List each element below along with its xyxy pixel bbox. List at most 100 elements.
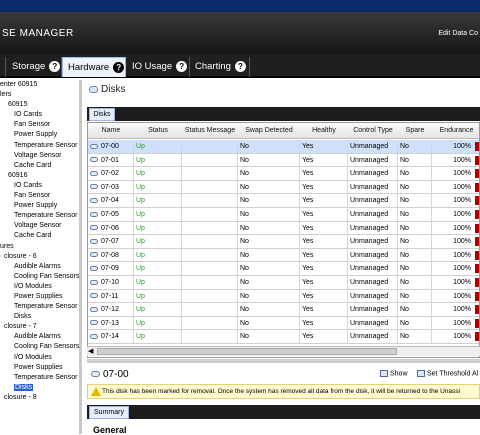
disk-icon [90,198,98,204]
panel-splitter[interactable] [87,359,480,363]
column-header[interactable]: Endurance [432,123,479,139]
cell-text: No [240,333,249,341]
tree-item[interactable]: Temperature Sensor [0,211,79,221]
tab-summary[interactable]: Summary [89,406,129,419]
cell-spare: No [398,194,432,208]
table-row[interactable]: 07-02 Up No Yes Unmanaged No 100% [88,167,479,181]
scroll-thumb[interactable] [97,348,397,355]
tree-item[interactable]: Voltage Sensor [0,221,79,231]
tree-item[interactable]: closure - 6 [0,252,79,262]
tree-item[interactable]: I/O Modules [0,353,79,363]
edit-data-link[interactable]: Edit Data Co [438,30,478,37]
tree-item[interactable]: closure - 7 [0,322,79,332]
horizontal-scrollbar[interactable]: ◀ [87,346,480,356]
cell-text: No [400,333,409,341]
table-row[interactable]: 07-07 Up No Yes Unmanaged No 100% [88,235,479,249]
tree-item[interactable]: IO Cards [0,110,79,120]
tree-item[interactable]: ures [0,242,79,252]
tree-item[interactable]: lers [0,90,79,100]
tree-item[interactable]: closure - 8 [0,393,79,403]
tab-disks[interactable]: Disks [89,108,115,121]
cell-msg [182,221,238,235]
tree-item[interactable]: Power Supplies [0,292,79,302]
help-icon[interactable]: ? [49,60,61,72]
tree-item-label: Disks [14,383,34,391]
tree-item[interactable]: Power Supply [0,130,79,140]
column-header[interactable]: Control Type [348,123,398,139]
table-row[interactable]: 07-00 Up No Yes Unmanaged No 100% [88,140,479,154]
scroll-left-icon[interactable]: ◀ [88,347,93,357]
tree-item[interactable]: Power Supply [0,201,79,211]
tree-item[interactable]: Cooling Fan Sensors [0,272,79,282]
disk-icon [90,279,98,285]
table-row[interactable]: 07-12 Up No Yes Unmanaged No 100% [88,303,479,317]
tab-io-usage[interactable]: IO Usage? [127,57,190,77]
tree-item[interactable]: Temperature Sensor [0,373,79,383]
cell-text: Up [136,265,145,273]
cell-text: Unmanaged [350,279,389,286]
table-row[interactable]: 07-11 Up No Yes Unmanaged No 100% [88,289,479,304]
column-header[interactable]: Name [88,123,134,139]
tree-item[interactable]: Temperature Sensor [0,302,79,312]
table-row[interactable]: 07-10 Up No Yes Unmanaged No 100% [88,276,479,290]
cell-text: No [400,197,409,205]
tree-item[interactable]: 60915 [0,100,79,110]
cell-text: 07-00 [101,143,119,150]
column-header[interactable]: Healthy [300,123,348,139]
tree-item[interactable]: Disks [0,383,79,393]
table-row[interactable]: 07-08 Up No Yes Unmanaged No 100% [88,248,479,263]
set-threshold-button[interactable]: Set Threshold Al [417,370,478,377]
tree-item[interactable]: Fan Sensor [0,120,79,130]
disks-table: Name Status Status Message Swap Detected Hea… [87,122,480,358]
tree-item[interactable]: Audible Alarms [0,332,79,342]
table-row[interactable]: 07-01 Up No Yes Unmanaged No 100% [88,153,479,168]
tree-item[interactable]: Cooling Fan Sensors [0,342,79,352]
table-row[interactable]: 07-05 Up No Yes Unmanaged No 100% [88,208,479,222]
column-header[interactable]: Spare [398,123,432,139]
table-row[interactable]: 07-09 Up No Yes Unmanaged No 100% [88,262,479,276]
help-icon[interactable]: ? [113,61,125,73]
table-row[interactable]: 07-03 Up No Yes Unmanaged No 100% [88,180,479,195]
tree-item[interactable]: enter 60915 [0,80,79,90]
tree-item[interactable]: Audible Alarms [0,262,79,272]
table-row[interactable]: 07-04 Up No Yes Unmanaged No 100% [88,194,479,208]
tree-item-label: Temperature Sensor [14,141,78,149]
tree-item-label: Voltage Sensor [14,222,62,230]
help-icon[interactable]: ? [176,60,188,72]
column-header[interactable]: Status Message [182,123,238,139]
tree-item[interactable]: Power Supplies [0,363,79,373]
tree-item[interactable]: Voltage Sensor [0,151,79,161]
cell-healthy: Yes [300,303,348,317]
cell-msg [182,316,238,330]
tree-item[interactable]: Disks [0,312,79,322]
tree-item-label: Cache Card [14,161,52,169]
help-icon[interactable]: ? [234,60,246,72]
tree-item[interactable]: 60916 [0,171,79,181]
tab-charting[interactable]: Charting? [190,57,250,77]
tree-item-label: I/O Modules [14,282,52,290]
tree-item[interactable]: Temperature Sensor [0,141,79,151]
table-row[interactable]: 07-14 Up No Yes Unmanaged No 100% [88,330,479,344]
grid-icon [380,370,388,377]
cell-text: No [240,292,249,300]
cell-ctype: Unmanaged [348,262,398,276]
tree-item[interactable]: Cache Card [0,231,79,241]
cell-text: 100% [453,156,471,164]
cell-msg [182,208,238,221]
tree-item[interactable]: Cache Card [0,161,79,171]
tree-item[interactable]: Fan Sensor [0,191,79,201]
cell-text: No [400,211,409,218]
cell-text: Yes [302,265,314,273]
tab-hardware[interactable]: Hardware? [62,57,126,77]
table-row[interactable]: 07-13 Up No Yes Unmanaged No 100% [88,316,479,331]
cell-swap: No [238,235,300,249]
endurance-bar [475,155,479,165]
tree-item[interactable]: I/O Modules [0,282,79,292]
tab-storage[interactable]: Storage? [7,57,62,77]
table-row[interactable]: 07-06 Up No Yes Unmanaged No 100% [88,221,479,236]
column-header[interactable]: Status [134,123,182,139]
column-header[interactable]: Swap Detected [238,123,300,139]
tab-partial[interactable] [0,57,6,77]
show-button[interactable]: Show [380,370,408,377]
tree-item[interactable]: IO Cards [0,181,79,191]
